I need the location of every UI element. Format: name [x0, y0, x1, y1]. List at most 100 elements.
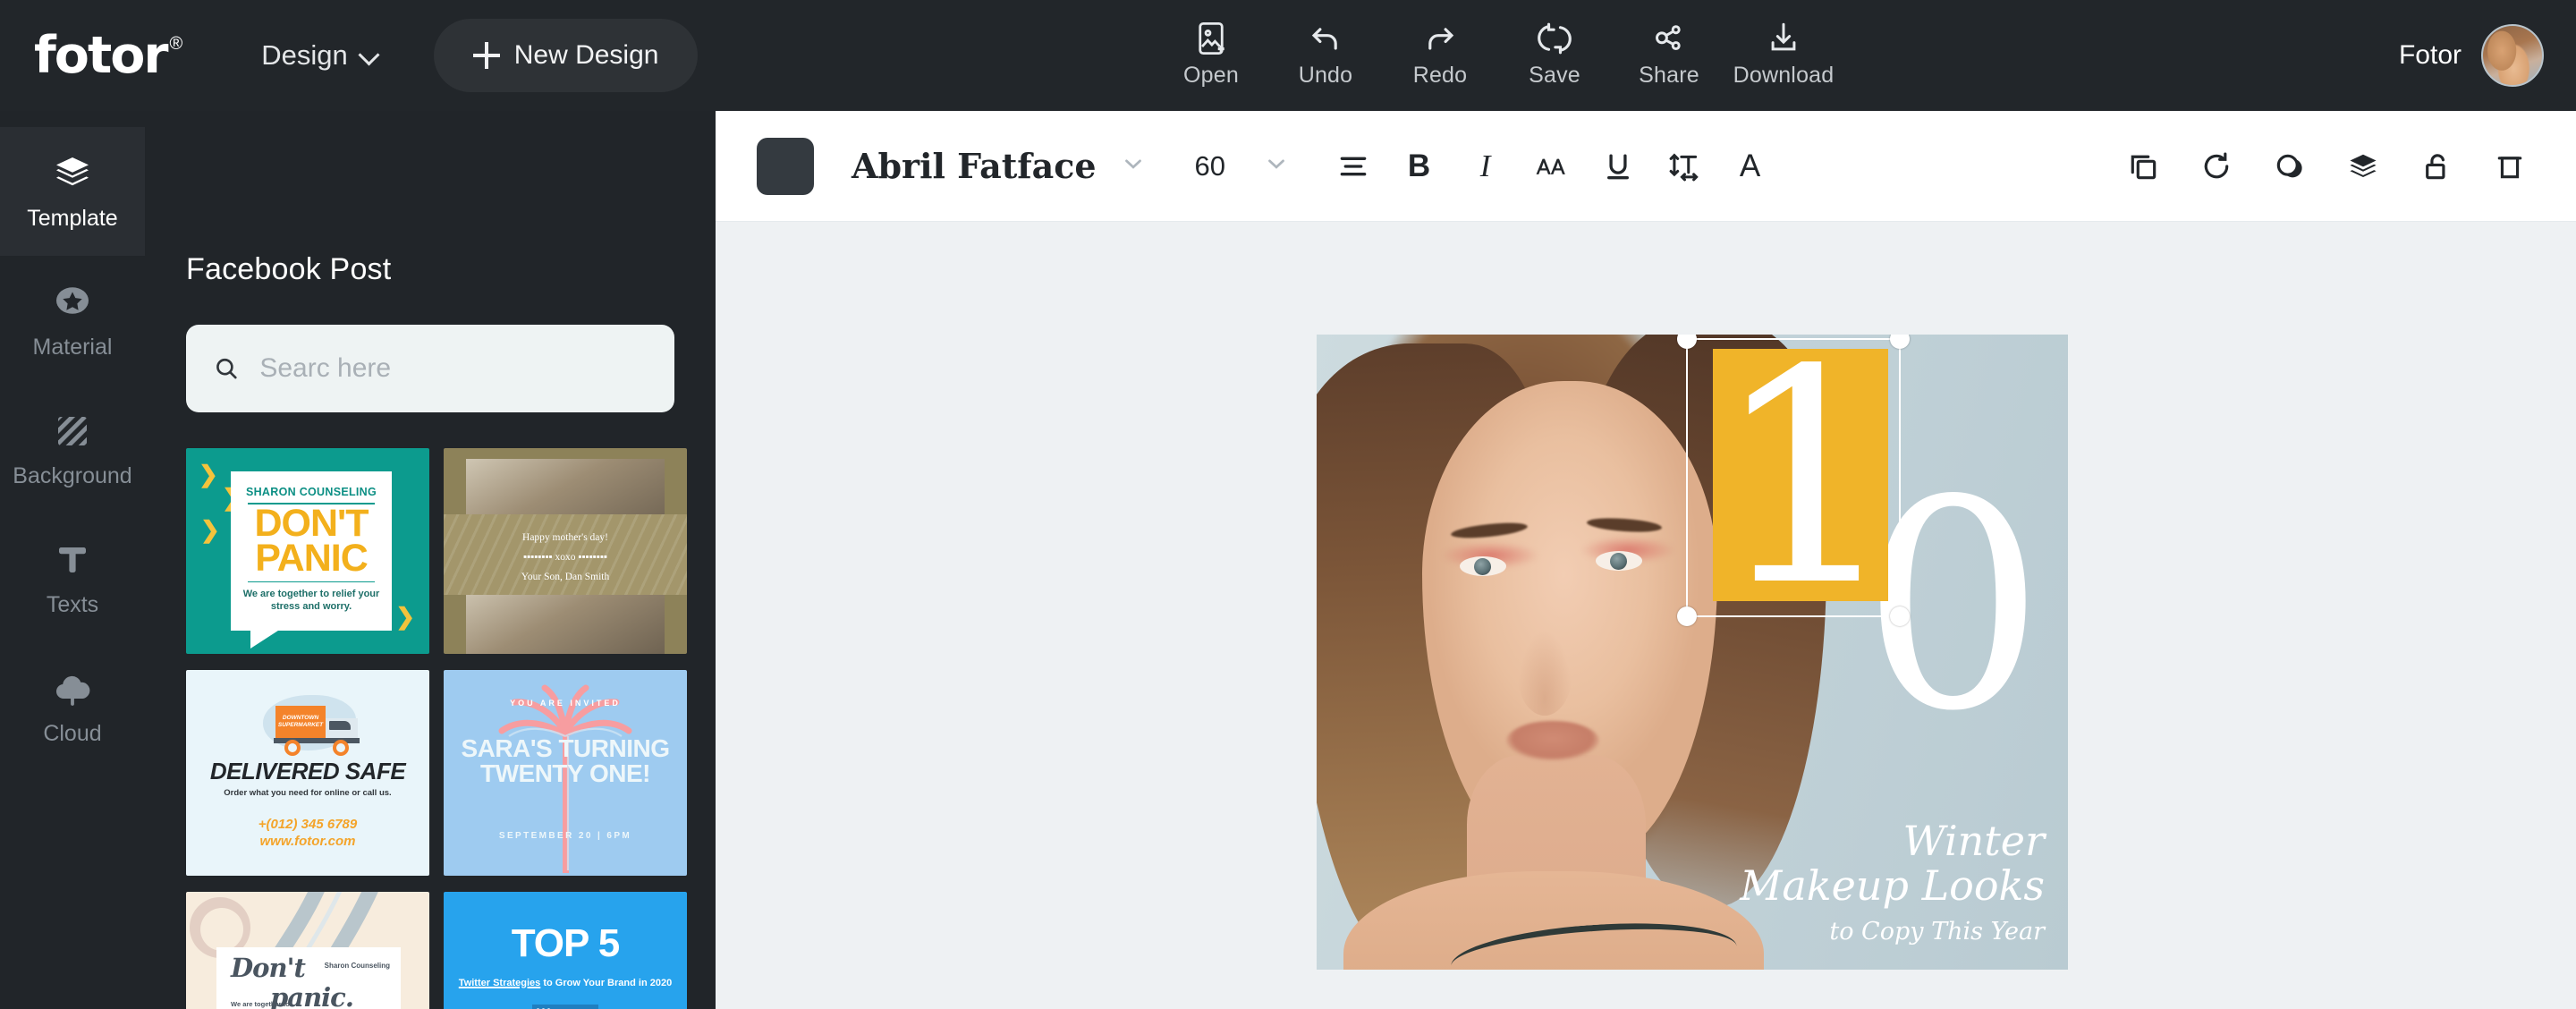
bold-button[interactable]: B [1386, 133, 1453, 199]
account-menu[interactable]: Fotor [2399, 0, 2544, 111]
truck-icon: DOWNTOWN SUPERMARKET [275, 706, 326, 738]
delete-button[interactable] [2485, 141, 2535, 191]
align-button[interactable] [1320, 133, 1386, 199]
sidebar-item-template[interactable]: Template [0, 127, 145, 256]
text-effects-button[interactable]: A [1717, 133, 1784, 199]
template-thumb-mothers-day[interactable]: Happy mother's day! ▪▪▪▪▪▪▪▪ xoxo ▪▪▪▪▪▪… [444, 448, 687, 654]
sidebar-item-texts[interactable]: Texts [0, 513, 145, 642]
line-spacing-button[interactable] [1651, 133, 1717, 199]
font-family-dropdown[interactable] [1120, 150, 1147, 182]
design-canvas[interactable]: 0 Winter Makeup Looks to Copy This Year … [1317, 335, 2068, 970]
italic-icon: I [1479, 148, 1491, 183]
search-box[interactable] [186, 325, 674, 412]
duplicate-icon [2131, 155, 2157, 179]
fotor-editor-app: fotor ® Design New Design Open Undo Redo… [0, 0, 2576, 1009]
canvas-caption-2: Makeup Looks [1740, 861, 2045, 910]
logo-text: fotor [34, 25, 168, 85]
opacity-button[interactable] [2265, 141, 2315, 191]
template-body: We are together to relief your stress an… [242, 589, 380, 612]
sidebar-label-template: Template [27, 205, 118, 231]
template-thumb-dont-panic-teal[interactable]: ❯ ❯ ❯ ❯ ❯ SHARON COUNSELING DON'T PANIC … [186, 448, 429, 654]
save-button[interactable]: Save [1497, 11, 1612, 89]
new-design-button[interactable]: New Design [433, 19, 699, 92]
left-rail: Template Material Background Texts Cloud [0, 111, 145, 1009]
italic-button[interactable]: I [1453, 133, 1519, 199]
panel-title: Facebook Post [186, 252, 392, 286]
redo-button[interactable]: Redo [1383, 11, 1497, 89]
sidebar-label-background: Background [13, 462, 132, 488]
canvas-caption-3: to Copy This Year [1829, 917, 2045, 945]
template-thumb-delivered-safe[interactable]: DOWNTOWN SUPERMARKET DELIVERED SAFE Orde… [186, 670, 429, 876]
template-headline-block: SARA'S TURNING TWENTY ONE! [444, 736, 687, 786]
truck-wheel [333, 740, 349, 756]
text-color-swatch[interactable] [757, 137, 814, 195]
sidebar-label-cloud: Cloud [43, 720, 102, 746]
template-date: SEPTEMBER 20 | 6PM [498, 831, 632, 841]
unlock-icon [2426, 153, 2445, 179]
save-label: Save [1529, 63, 1580, 88]
template-brand: SHARON COUNSELING [245, 486, 377, 498]
template-line-1: Happy mother's day! [522, 532, 608, 543]
photo-lips [1506, 721, 1599, 760]
line-spacing-icon [1669, 153, 1699, 181]
sidebar-item-material[interactable]: Material [0, 256, 145, 385]
delete-icon [2497, 156, 2522, 178]
workspace: Abril Fatface 60 B I A 0 Winter Makeup L… [716, 111, 2576, 1009]
undo-label: Undo [1298, 63, 1353, 88]
redo-arrow-icon [1428, 28, 1454, 50]
lock-button[interactable] [2411, 141, 2462, 191]
font-family-value[interactable]: Abril Fatface [852, 146, 1097, 186]
canvas-caption-block[interactable]: Winter Makeup Looks to Copy This Year [1740, 817, 2045, 950]
download-button[interactable]: Download [1726, 11, 1841, 89]
canvas-caption-1: Winter [1902, 817, 2045, 866]
template-grid: ❯ ❯ ❯ ❯ ❯ SHARON COUNSELING DON'T PANIC … [186, 448, 687, 1009]
font-size-dropdown[interactable] [1263, 150, 1290, 182]
share-label: Share [1639, 63, 1699, 88]
template-line-2: ▪▪▪▪▪▪▪▪ xoxo ▪▪▪▪▪▪▪▪ [523, 551, 607, 563]
search-input[interactable] [259, 353, 648, 384]
template-phone: +(012) 345 6789 [258, 817, 358, 832]
chevron-decor-icon: ❯ [200, 516, 220, 543]
layers-order-icon [2350, 154, 2377, 177]
font-size-value[interactable]: 60 [1195, 150, 1247, 182]
selected-text-value: 1 [1713, 335, 1901, 650]
letter-case-button[interactable] [1519, 133, 1585, 199]
template-thumb-top5-twitter[interactable]: TOP 5 Twitter Strategies to Grow Your Br… [444, 892, 687, 1009]
rotate-button[interactable] [2191, 141, 2241, 191]
redo-label: Redo [1412, 63, 1468, 88]
chevron-down-icon [1124, 159, 1141, 169]
open-button[interactable]: Open [1154, 11, 1268, 89]
template-thumb-dont-panic-script[interactable]: Don't panic. Sharon Counseling We are to… [186, 892, 429, 1009]
rotate-icon [2204, 151, 2229, 178]
undo-button[interactable]: Undo [1268, 11, 1383, 89]
truck-cab [326, 718, 358, 738]
underline-button[interactable] [1585, 133, 1651, 199]
layer-order-button[interactable] [2338, 141, 2388, 191]
selected-text-element[interactable]: 1 [1713, 335, 1901, 626]
sidebar-label-material: Material [32, 334, 113, 360]
template-photo-bottom [466, 587, 665, 654]
divider [248, 581, 375, 583]
top-bar: fotor ® Design New Design Open Undo Redo… [0, 0, 2576, 111]
sidebar-item-cloud[interactable]: Cloud [0, 642, 145, 771]
text-effects-icon: A [1739, 148, 1761, 183]
new-design-label: New Design [513, 40, 659, 70]
share-button[interactable]: Share [1612, 11, 1726, 89]
search-icon [216, 358, 237, 379]
sidebar-item-background[interactable]: Background [0, 385, 145, 513]
template-subhead-link: Twitter Strategies [458, 978, 541, 988]
layers-icon [56, 157, 89, 185]
letter-case-icon [1536, 158, 1565, 174]
template-subhead: Twitter Strategies to Grow Your Brand in… [444, 978, 687, 988]
avatar[interactable] [2481, 24, 2544, 87]
design-dropdown[interactable]: Design [261, 39, 378, 72]
window-title-bar [532, 1005, 598, 1009]
template-card: Don't panic. Sharon Counseling We are to… [216, 947, 401, 1009]
canvas-area[interactable]: 0 Winter Makeup Looks to Copy This Year … [716, 222, 2576, 1009]
template-subhead-rest: to Grow Your Brand in 2020 [540, 978, 673, 988]
duplicate-button[interactable] [2118, 141, 2168, 191]
photo-nose [1517, 630, 1572, 716]
fotor-logo[interactable]: fotor ® [34, 30, 182, 81]
main-body: Template Material Background Texts Cloud… [0, 111, 2576, 1009]
template-thumb-saras-birthday[interactable]: YOU ARE INVITED SARA'S TURNING TWENTY ON… [444, 670, 687, 876]
